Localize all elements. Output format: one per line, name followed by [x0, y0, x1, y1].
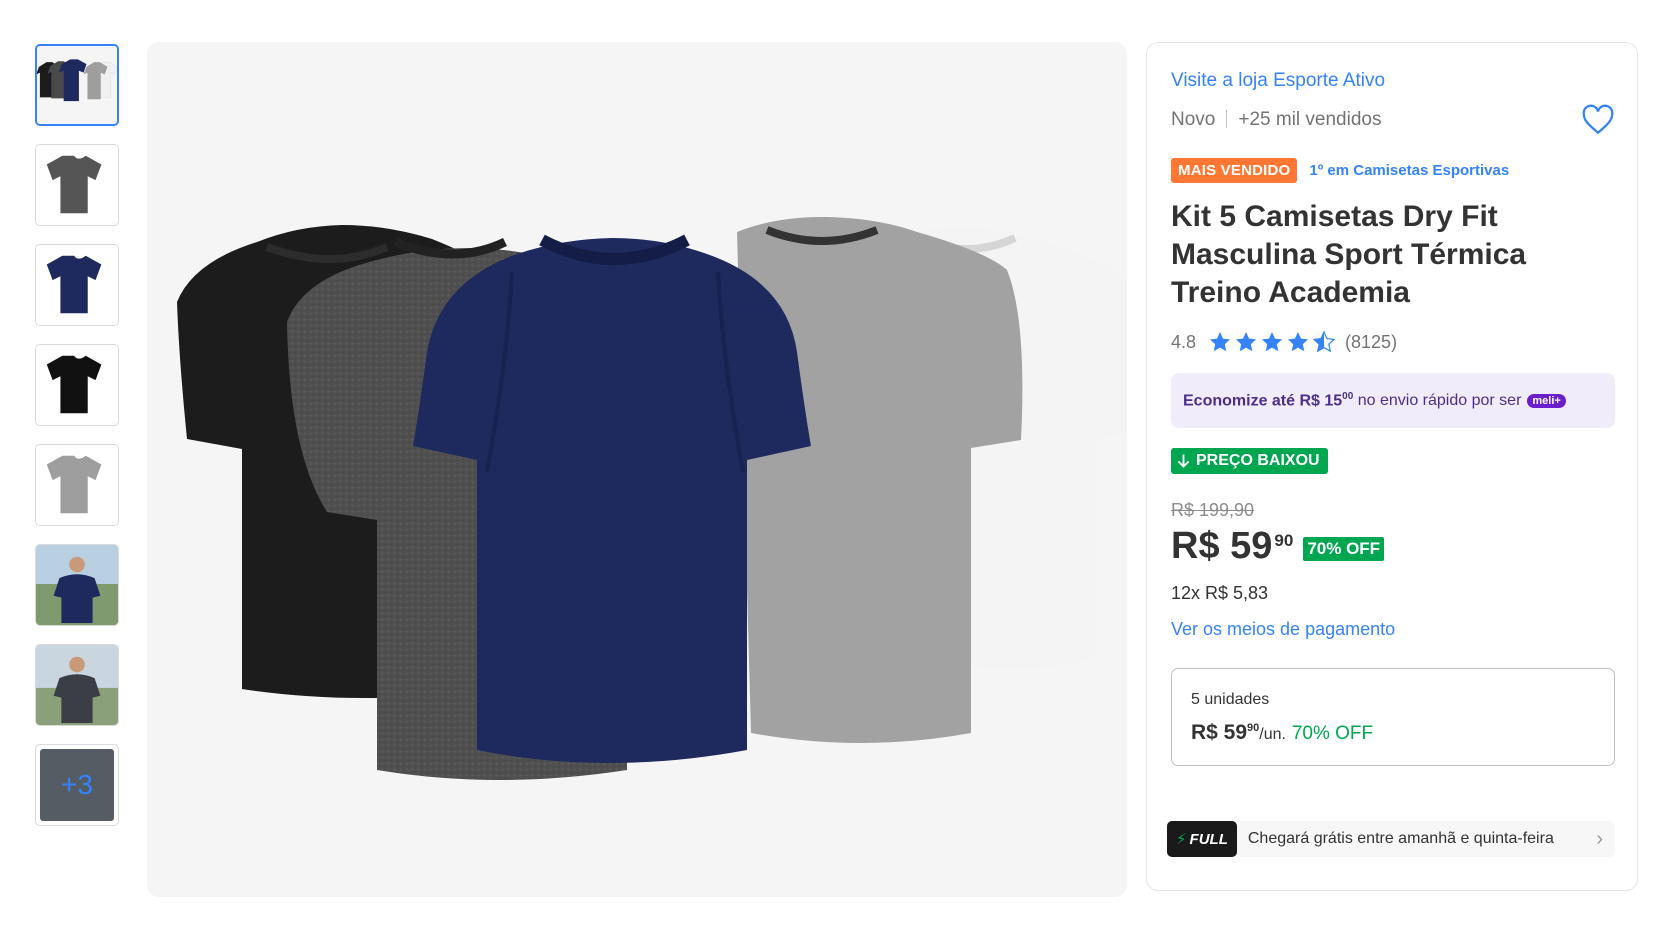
promo-text: no envio rápido por ser [1353, 391, 1522, 409]
store-link[interactable]: Visite a loja Esporte Ativo [1171, 70, 1385, 92]
payment-methods-link[interactable]: Ver os meios de pagamento [1171, 619, 1395, 640]
rating-count: (8125) [1345, 331, 1398, 352]
condition-label: Novo [1171, 109, 1216, 130]
product-subtitle: Novo +25 mil vendidos [1171, 109, 1381, 131]
star-icon [1236, 332, 1257, 352]
favorite-button[interactable] [1581, 104, 1615, 136]
thumbnail-gray[interactable] [35, 444, 119, 526]
full-badge: ⚡ FULL [1167, 821, 1237, 857]
star-icon [1288, 332, 1309, 352]
sold-count: +25 mil vendidos [1238, 109, 1382, 130]
price-value: R$ 59 [1171, 525, 1273, 567]
thumbnail-more[interactable]: +3 [35, 744, 119, 826]
rating-value: 4.8 [1171, 331, 1197, 352]
thumbnail-model-navy[interactable] [35, 544, 119, 626]
meli-plus-promo[interactable]: Economize até R$ 1500 no envio rápido po… [1171, 373, 1615, 428]
thumbnail-navy[interactable] [35, 244, 119, 326]
arrow-down-icon [1177, 454, 1190, 468]
unit-price: R$ 5990/un. 70% OFF [1191, 721, 1374, 744]
star-icon [1262, 332, 1283, 352]
rating-stars [1208, 330, 1336, 354]
installments: 12x R$ 5,83 [1171, 583, 1269, 603]
discount-badge: 70% OFF [1303, 537, 1385, 561]
main-product-image[interactable] [147, 42, 1127, 897]
original-price: R$ 199,90 [1171, 500, 1255, 520]
best-seller-badge: MAIS VENDIDO [1171, 158, 1298, 183]
heart-icon [1582, 104, 1614, 135]
shipping-text: Chegará grátis entre amanhã e quinta-fei… [1247, 830, 1554, 847]
more-images-label: +3 [40, 749, 114, 821]
thumbnail-black[interactable] [35, 344, 119, 426]
lightning-icon: ⚡ [1176, 831, 1187, 848]
ranking-link[interactable]: 1º em Camisetas Esportivas [1309, 162, 1509, 179]
price-drop-badge: PREÇO BAIXOU [1171, 448, 1328, 474]
promo-amount: Economize até R$ 1500 [1183, 390, 1354, 410]
thumbnail-model-gray[interactable] [35, 644, 119, 726]
half-star-icon [1312, 330, 1336, 353]
quantity-option[interactable]: 5 unidades R$ 5990/un. 70% OFF [1171, 668, 1615, 766]
meli-plus-logo: meli+ [1527, 393, 1566, 408]
product-title: Kit 5 Camisetas Dry Fit Masculina Sport … [1171, 200, 1527, 309]
shipping-info[interactable]: ⚡ FULL Chegará grátis entre amanhã e quin… [1167, 821, 1615, 857]
badge-row: MAIS VENDIDO 1º em Camisetas Esportivas [1171, 158, 1509, 183]
rating[interactable]: 4.8 (8125) [1171, 330, 1397, 354]
star-icon [1210, 332, 1231, 352]
product-info-panel: Visite a loja Esporte Ativo Novo +25 mil … [1146, 42, 1638, 891]
price-cents: 90 [1274, 531, 1294, 550]
unit-discount: 70% OFF [1291, 723, 1374, 744]
current-price: R$ 59 90 70% OFF [1171, 525, 1385, 568]
thumbnail-gray-heather[interactable] [35, 144, 119, 226]
thumbnail-kit[interactable] [35, 44, 119, 126]
quantity-label: 5 unidades [1191, 691, 1270, 708]
chevron-right-icon: › [1596, 827, 1603, 850]
divider [1226, 110, 1228, 128]
